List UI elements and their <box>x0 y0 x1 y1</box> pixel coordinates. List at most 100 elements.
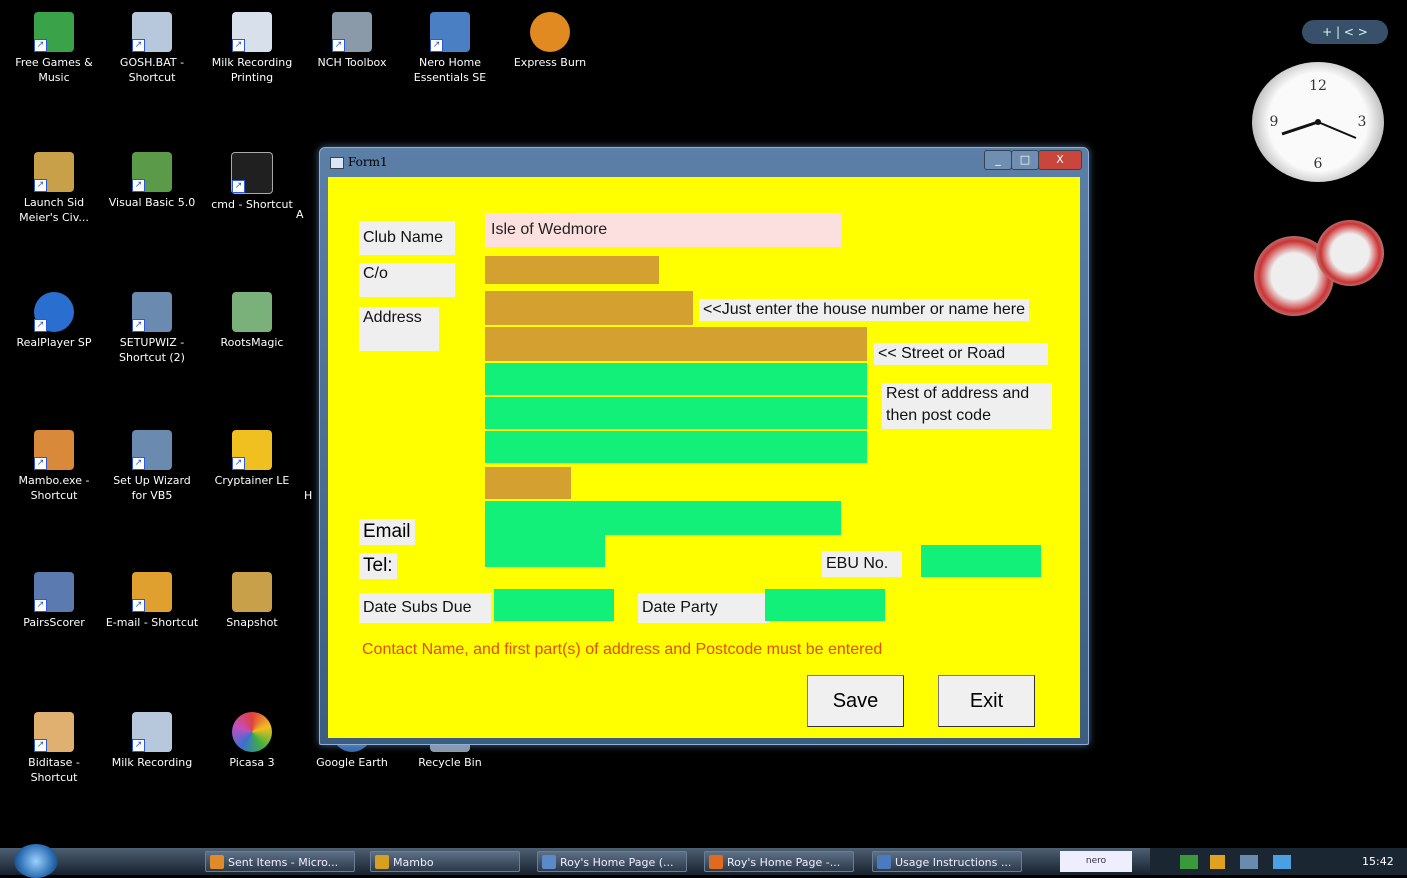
batch-file-icon: ↗ <box>132 712 172 752</box>
taskbar-item-usage-instructions[interactable]: Usage Instructions ... <box>872 851 1022 872</box>
desktop-icon-label: PairsScorer <box>23 616 85 629</box>
nero-label: nero <box>1085 856 1107 866</box>
system-tray: nero 15:42 <box>1060 848 1407 875</box>
desktop-icon-label: E-mail - Shortcut <box>105 616 199 629</box>
email-field[interactable] <box>485 501 841 535</box>
date-party-label: Date Party <box>638 593 770 623</box>
program-window-icon: ↗ <box>232 12 272 52</box>
taskbar-item-mambo[interactable]: Mambo <box>370 851 520 872</box>
save-button[interactable]: Save <box>807 675 904 727</box>
desktop-icon-label: H <box>304 489 313 502</box>
close-glyph: X <box>1056 153 1064 166</box>
desktop-icon-nero-home[interactable]: ↗ Nero Home Essentials SE <box>402 12 498 85</box>
co-field[interactable] <box>485 256 659 284</box>
desktop-icon-label: SETUPWIZ - Shortcut (2) <box>119 336 185 364</box>
rest-address-hint-label: Rest of address and then post code <box>882 383 1052 429</box>
desktop-icon-nch-toolbox[interactable]: ↗ NCH Toolbox <box>304 12 400 70</box>
desktop-icon-realplayer[interactable]: ↗ RealPlayer SP <box>6 292 102 350</box>
flame-disc-icon <box>530 12 570 52</box>
desktop-icon-milk-printing[interactable]: ↗ Milk Recording Printing <box>204 12 300 85</box>
visual-basic-icon: ↗ <box>132 152 172 192</box>
desktop-icon-label: A <box>296 208 304 221</box>
minimize-button[interactable]: _ <box>984 150 1012 170</box>
address-line4-field[interactable] <box>485 397 867 429</box>
desktop-icon-biditase[interactable]: ↗ Biditase - Shortcut <box>6 712 102 785</box>
tel-label: Tel: <box>359 553 397 579</box>
desktop-icon-snapshot[interactable]: Snapshot <box>204 572 300 630</box>
desktop-icon-cmd[interactable]: ↗ cmd - Shortcut <box>204 152 300 212</box>
start-button[interactable] <box>14 844 58 878</box>
desktop-icon-label: Free Games & Music <box>15 56 93 84</box>
tray-icons[interactable] <box>1180 855 1330 869</box>
desktop-icon-partial-a[interactable]: A <box>296 207 316 222</box>
address-line3-field[interactable] <box>485 363 867 395</box>
close-button[interactable]: X <box>1038 150 1082 170</box>
quick-launch-ie-icon[interactable] <box>92 851 140 872</box>
desktop-icon-express-burn[interactable]: Express Burn <box>502 12 598 70</box>
desktop-icon-picasa[interactable]: Picasa 3 <box>204 712 300 770</box>
taskbar-item-roys-home-1[interactable]: Roy's Home Page (... <box>537 851 687 872</box>
desktop-icon-free-games[interactable]: ↗ Free Games & Music <box>6 12 102 85</box>
desktop-icon-gosh-bat[interactable]: ↗ GOSH.BAT - Shortcut <box>104 12 200 85</box>
ebu-field[interactable] <box>921 545 1041 577</box>
desktop-icon-label: Mambo.exe - Shortcut <box>18 474 90 502</box>
desktop-icon-visual-basic[interactable]: ↗ Visual Basic 5.0 <box>104 152 200 210</box>
email-label: Email <box>359 519 415 545</box>
civilization-icon: ↗ <box>34 152 74 192</box>
desktop-icon-label: RealPlayer SP <box>16 336 92 349</box>
svg-text:9: 9 <box>1270 114 1279 130</box>
form-window[interactable]: Form1 _ □ X Club Name C/o Address Isle o… <box>319 147 1089 745</box>
picasa-icon <box>232 712 272 752</box>
email-clock-icon: ↗ <box>132 572 172 612</box>
tray-clock[interactable]: 15:42 <box>1362 855 1394 868</box>
sidebar-control[interactable]: + | < > <box>1302 20 1388 44</box>
taskbar-item-label: Mambo <box>393 856 434 869</box>
club-name-field[interactable]: Isle of Wedmore <box>485 213 841 247</box>
desktop-icon-civ[interactable]: ↗ Launch Sid Meier's Civ... <box>6 152 102 225</box>
maximize-button[interactable]: □ <box>1011 150 1039 170</box>
date-party-field[interactable] <box>765 589 885 621</box>
nero-toolbar[interactable]: nero <box>1060 851 1132 872</box>
taskbar-item-label: Usage Instructions ... <box>895 856 1012 869</box>
minimize-glyph: _ <box>995 153 1001 166</box>
desktop-icon-label: Launch Sid Meier's Civ... <box>19 196 89 224</box>
address-line5-field[interactable] <box>485 431 867 463</box>
desktop-icon-setupwiz[interactable]: ↗ SETUPWIZ - Shortcut (2) <box>104 292 200 365</box>
desktop-icon-label: Recycle Bin <box>418 756 482 769</box>
desktop-icon-label: NCH Toolbox <box>317 56 387 69</box>
clock-face-icon: 12 3 6 9 <box>1270 78 1367 172</box>
clock-gadget[interactable]: 12 3 6 9 <box>1252 62 1384 182</box>
taskbar-item-sent-items[interactable]: Sent Items - Micro... <box>205 851 355 872</box>
desktop-icon-partial-h[interactable]: H <box>304 488 318 503</box>
desktop-icon-email[interactable]: ↗ E-mail - Shortcut <box>104 572 200 630</box>
desktop-icon-cryptainer[interactable]: ↗ Cryptainer LE <box>204 430 300 488</box>
house-hint-label: <<Just enter the house number or name he… <box>699 299 1029 321</box>
desktop-icon-pairsscorer[interactable]: ↗ PairsScorer <box>6 572 102 630</box>
desktop-icon-rootsmagic[interactable]: RootsMagic <box>204 292 300 350</box>
taskbar-item-roys-home-2[interactable]: Roy's Home Page -... <box>704 851 854 872</box>
desktop-icon-setup-wizard-vb5[interactable]: ↗ Set Up Wizard for VB5 <box>104 430 200 503</box>
ebu-label: EBU No. <box>822 551 902 577</box>
taskbar-item-label: Sent Items - Micro... <box>228 856 339 869</box>
date-subs-field[interactable] <box>494 589 614 621</box>
tel-field[interactable] <box>485 535 605 567</box>
desktop-icon-label: Cryptainer LE <box>214 474 290 487</box>
warning-triangle-icon: ↗ <box>232 430 272 470</box>
firefox-icon <box>709 855 723 869</box>
desktop-icon-label: GOSH.BAT - Shortcut <box>119 56 185 84</box>
taskbar-item-label: Roy's Home Page (... <box>560 856 674 869</box>
address-house-field[interactable] <box>485 291 693 325</box>
desktop-icon-milk-recording[interactable]: ↗ Milk Recording <box>104 712 200 770</box>
postcode-field[interactable] <box>485 467 571 499</box>
address-street-field[interactable] <box>485 327 867 361</box>
taskbar-item-label: Roy's Home Page -... <box>727 856 841 869</box>
maximize-glyph: □ <box>1019 153 1031 166</box>
cat-icon: ↗ <box>34 712 74 752</box>
exit-button[interactable]: Exit <box>938 675 1035 727</box>
command-prompt-icon: ↗ <box>231 152 273 194</box>
memory-meter-gadget[interactable] <box>1316 220 1384 286</box>
desktop-icon-label: Snapshot <box>226 616 278 629</box>
desktop-icon-mambo[interactable]: ↗ Mambo.exe - Shortcut <box>6 430 102 503</box>
desktop-icon-label: Milk Recording Printing <box>211 56 293 84</box>
window-title: Form1 <box>330 152 388 172</box>
